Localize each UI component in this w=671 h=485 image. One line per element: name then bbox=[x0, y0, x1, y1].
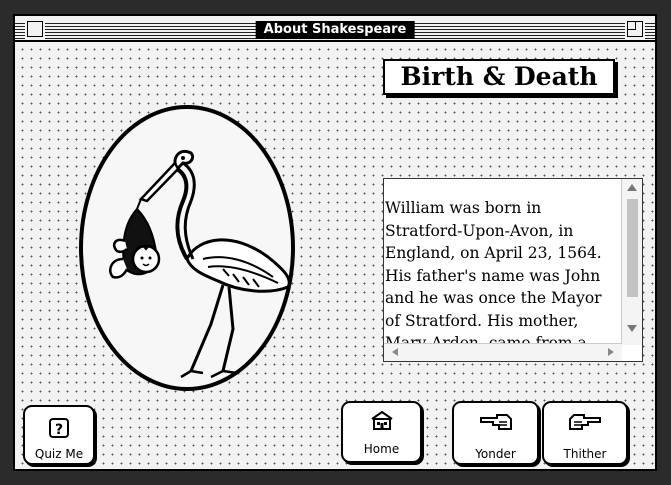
svg-text:?: ? bbox=[55, 422, 63, 438]
close-box-icon[interactable] bbox=[27, 21, 43, 37]
scroll-thumb[interactable] bbox=[627, 199, 638, 297]
quiz-me-button[interactable]: ? Quiz Me bbox=[23, 405, 95, 465]
scroll-right-arrow-icon[interactable] bbox=[608, 348, 614, 356]
stork-illustration bbox=[109, 150, 291, 379]
house-icon bbox=[370, 410, 393, 430]
app-window: About Shakespeare Birth & Death William … bbox=[13, 14, 657, 471]
home-button[interactable]: Home bbox=[341, 401, 422, 463]
vertical-scrollbar[interactable] bbox=[621, 179, 642, 345]
window-title: About Shakespeare bbox=[255, 21, 415, 39]
scroll-left-arrow-icon[interactable] bbox=[392, 348, 398, 356]
zoom-box-icon[interactable] bbox=[627, 21, 643, 37]
thither-button[interactable]: Thither bbox=[542, 401, 628, 465]
card-content: Birth & Death William was born in Stratf… bbox=[15, 42, 655, 469]
horizontal-scrollbar[interactable] bbox=[384, 343, 622, 361]
home-label: Home bbox=[363, 442, 400, 456]
page-heading: Birth & Death bbox=[383, 59, 615, 95]
yonder-button[interactable]: Yonder bbox=[452, 401, 539, 465]
scroll-down-arrow-icon[interactable] bbox=[627, 325, 637, 332]
thither-label: Thither bbox=[563, 447, 607, 461]
pointing-hand-right-icon bbox=[569, 414, 601, 430]
scroll-up-arrow-icon[interactable] bbox=[627, 184, 637, 191]
biography-text: William was born in Stratford-Upon-Avon,… bbox=[385, 199, 602, 343]
scrolling-text-field[interactable]: William was born in Stratford-Upon-Avon,… bbox=[383, 178, 643, 362]
pointing-hand-left-icon bbox=[479, 414, 512, 430]
title-bar[interactable]: About Shakespeare bbox=[13, 14, 657, 42]
yonder-label: Yonder bbox=[475, 447, 516, 461]
quiz-me-label: Quiz Me bbox=[34, 447, 84, 461]
question-mark-icon: ? bbox=[49, 418, 69, 438]
